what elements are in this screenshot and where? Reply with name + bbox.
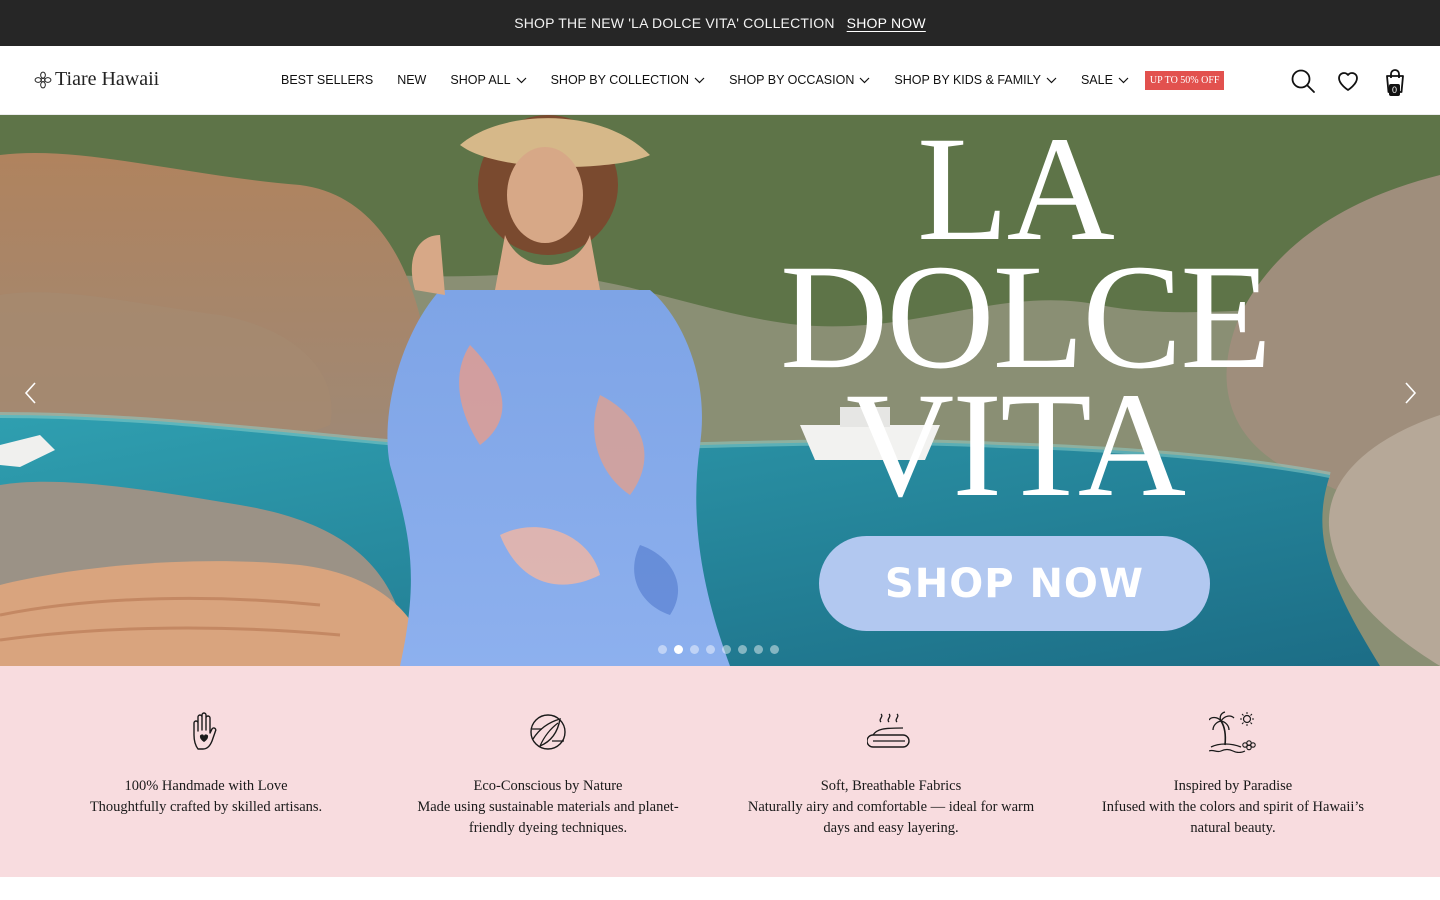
hero-title-line: VITA xyxy=(845,362,1186,528)
folded-fabric-icon xyxy=(867,713,910,748)
hero-shop-now-button[interactable]: SHOP NOW xyxy=(819,536,1210,631)
slider-dots xyxy=(658,645,779,654)
nav-shop-by-collection[interactable]: SHOP BY COLLECTION xyxy=(551,73,705,87)
leaf-globe-icon xyxy=(530,714,566,750)
chevron-down-icon xyxy=(694,77,705,83)
search-icon[interactable] xyxy=(1290,68,1316,94)
hero-title: LA DOLCE VITA xyxy=(780,115,1272,528)
announcement-text: SHOP THE NEW 'LA DOLCE VITA' COLLECTION xyxy=(514,15,835,31)
feature-item: Eco-Conscious by Nature Made using susta… xyxy=(398,711,698,839)
logo[interactable]: Tiare Hawaii xyxy=(34,68,159,91)
chevron-left-icon[interactable] xyxy=(22,381,40,405)
chevron-down-icon xyxy=(1046,77,1057,83)
feature-description: Infused with the colors and spirit of Ha… xyxy=(1101,799,1365,836)
nav-label: SALE xyxy=(1080,73,1113,87)
slider-dot-active[interactable] xyxy=(674,645,683,654)
nav-label: NEW xyxy=(397,73,427,87)
slider-dot[interactable] xyxy=(722,645,731,654)
island-palm-icon xyxy=(1209,711,1256,753)
hero-slider: LA DOLCE VITA SHOP NOW xyxy=(0,115,1440,666)
slider-dot[interactable] xyxy=(770,645,779,654)
nav-new[interactable]: NEW xyxy=(397,73,426,87)
logo-text: Tiare Hawaii xyxy=(55,68,160,90)
flower-icon xyxy=(34,71,52,88)
feature-item: Soft, Breathable Fabrics Naturally airy … xyxy=(741,711,1041,839)
feature-item: 100% Handmade with Love Thoughtfully cra… xyxy=(56,711,356,818)
chevron-down-icon xyxy=(859,77,870,83)
cart-button[interactable]: 0 xyxy=(1382,68,1408,96)
announcement-bar: SHOP THE NEW 'LA DOLCE VITA' COLLECTION … xyxy=(0,0,1440,46)
slider-dot[interactable] xyxy=(706,645,715,654)
slider-dot[interactable] xyxy=(738,645,747,654)
nav-label: SHOP BY KIDS & FAMILY xyxy=(894,73,1041,87)
main-nav: BEST SELLERS NEW SHOP ALL SHOP BY COLLEC… xyxy=(281,68,1225,92)
sale-badge: UP TO 50% OFF xyxy=(1144,70,1225,90)
feature-item: Inspired by Paradise Infused with the co… xyxy=(1083,711,1383,839)
announcement-shop-now-link[interactable]: SHOP NOW xyxy=(847,15,926,31)
hand-heart-icon xyxy=(193,712,217,750)
slider-dot[interactable] xyxy=(690,645,699,654)
feature-title: Inspired by Paradise xyxy=(1173,778,1293,794)
feature-title: Soft, Breathable Fabrics xyxy=(820,778,962,794)
slider-dot[interactable] xyxy=(754,645,763,654)
feature-title: Eco-Conscious by Nature xyxy=(473,778,623,794)
nav-shop-by-kids-family[interactable]: SHOP BY KIDS & FAMILY xyxy=(894,73,1057,87)
feature-title: 100% Handmade with Love xyxy=(124,778,288,794)
heart-icon[interactable] xyxy=(1335,68,1361,94)
nav-label: SHOP BY OCCASION xyxy=(729,73,855,87)
site-header: Tiare Hawaii BEST SELLERS NEW SHOP ALL S… xyxy=(0,46,1440,115)
feature-description: Thoughtfully crafted by skilled artisans… xyxy=(89,799,323,815)
feature-description: Naturally airy and comfortable — ideal f… xyxy=(747,799,1035,836)
nav-label: BEST SELLERS xyxy=(281,73,374,87)
nav-sale[interactable]: SALE xyxy=(1081,73,1129,87)
chevron-right-icon[interactable] xyxy=(1401,381,1419,405)
chevron-down-icon xyxy=(516,77,527,83)
slider-dot[interactable] xyxy=(658,645,667,654)
nav-shop-by-occasion[interactable]: SHOP BY OCCASION xyxy=(729,73,870,87)
nav-best-sellers[interactable]: BEST SELLERS xyxy=(281,73,373,87)
nav-shop-all[interactable]: SHOP ALL xyxy=(450,73,527,87)
nav-label: SHOP ALL xyxy=(450,73,511,87)
nav-label: SHOP BY COLLECTION xyxy=(550,73,690,87)
chevron-down-icon xyxy=(1118,77,1129,83)
cart-count: 0 xyxy=(1389,84,1400,96)
features-strip: 100% Handmade with Love Thoughtfully cra… xyxy=(0,666,1440,877)
feature-description: Made using sustainable materials and pla… xyxy=(417,799,679,836)
